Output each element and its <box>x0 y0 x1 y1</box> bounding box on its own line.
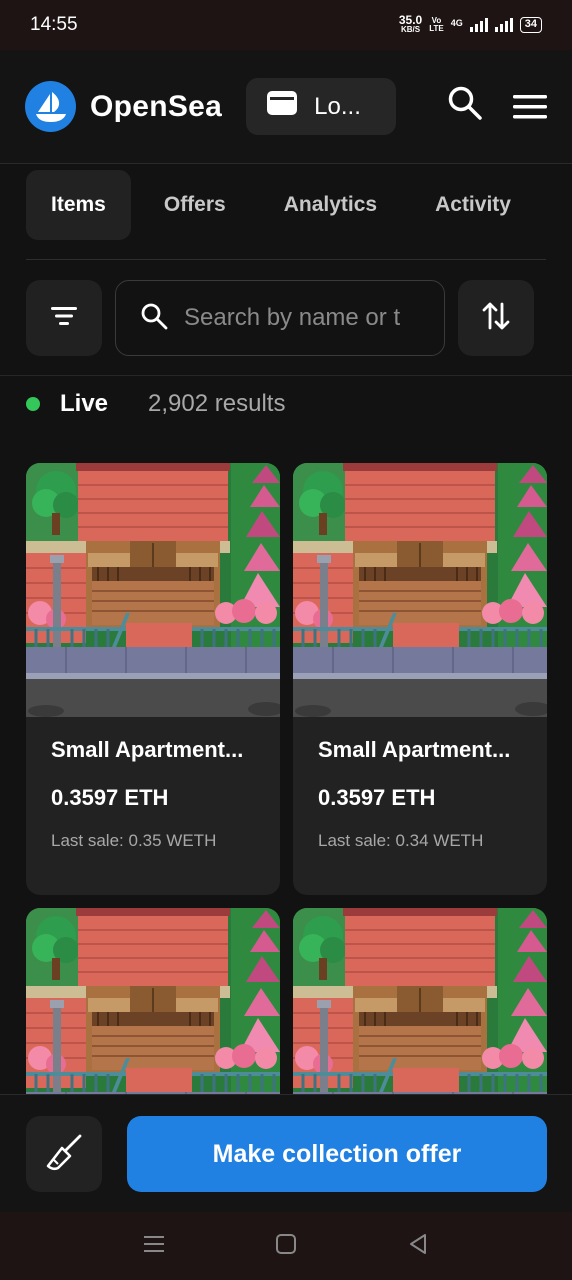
tab-analytics[interactable]: Analytics <box>259 170 402 240</box>
sort-button[interactable] <box>458 280 534 356</box>
volte-bottom: LTE <box>429 24 444 33</box>
item-last-sale: Last sale: 0.34 WETH <box>318 831 484 850</box>
nft-image <box>293 463 547 717</box>
status-icons: 35.0 KB/S Vo LTE 4G 34 <box>398 13 542 34</box>
volte-indicator: Vo LTE <box>429 17 444 33</box>
results-summary: Live 2,902 results <box>26 385 285 423</box>
results-count: 2,902 results <box>148 390 286 417</box>
recents-icon[interactable] <box>143 1233 165 1260</box>
broom-icon <box>44 1132 84 1177</box>
back-icon[interactable] <box>407 1233 429 1260</box>
card-meta: Small Apartment... 0.3597 ETH Last sale:… <box>293 717 547 895</box>
login-button[interactable]: Lo... <box>246 78 397 135</box>
nft-card[interactable]: Small Apartment... 0.3597 ETH Last sale:… <box>26 463 280 895</box>
search-icon <box>140 302 168 335</box>
opensea-logo-icon[interactable] <box>25 81 76 132</box>
net-speed-unit: KB/S <box>400 25 421 34</box>
home-icon[interactable] <box>275 1233 297 1260</box>
item-price: 0.3597 ETH <box>51 785 169 810</box>
battery-icon: 34 <box>519 17 542 33</box>
item-last-sale: Last sale: 0.35 WETH <box>51 831 217 850</box>
login-label: Lo... <box>314 92 361 120</box>
menu-icon[interactable] <box>512 94 548 125</box>
tab-activity[interactable]: Activity <box>410 170 536 240</box>
live-label[interactable]: Live <box>60 390 108 418</box>
filter-bar <box>26 280 546 356</box>
make-collection-offer-button[interactable]: Make collection offer <box>127 1116 547 1192</box>
signal-icon <box>469 18 488 32</box>
net-speed: 35.0 KB/S <box>398 13 423 34</box>
search-icon[interactable] <box>447 85 483 126</box>
tab-bar: Items Offers Analytics Activity <box>26 170 546 260</box>
sort-icon <box>482 300 510 337</box>
item-price: 0.3597 ETH <box>318 785 436 810</box>
sweep-button[interactable] <box>26 1116 102 1192</box>
card-meta: Small Apartment... 0.3597 ETH Last sale:… <box>26 717 280 895</box>
nft-card[interactable]: Small Apartment... 0.3597 ETH Last sale:… <box>293 463 547 895</box>
divider <box>0 375 572 376</box>
tab-items[interactable]: Items <box>26 170 131 240</box>
app-header: OpenSea Lo... <box>0 50 572 164</box>
status-time: 14:55 <box>30 14 78 35</box>
nft-image <box>26 463 280 717</box>
status-bar: 14:55 35.0 KB/S Vo LTE 4G 34 <box>0 0 572 50</box>
signal-icon <box>494 18 513 32</box>
battery-level: 34 <box>524 18 537 30</box>
system-nav-bar <box>0 1212 572 1280</box>
bottom-action-bar: Make collection offer <box>0 1094 572 1212</box>
net-speed-value: 35.0 <box>398 13 423 27</box>
tab-offers[interactable]: Offers <box>139 170 251 240</box>
item-name: Small Apartment... <box>318 737 511 762</box>
live-status-dot <box>26 397 40 411</box>
network-type: 4G <box>450 18 463 28</box>
search-field[interactable] <box>115 280 445 356</box>
item-name: Small Apartment... <box>51 737 244 762</box>
wallet-icon <box>266 90 298 123</box>
brand-name[interactable]: OpenSea <box>90 90 222 124</box>
filter-button[interactable] <box>26 280 102 356</box>
search-input[interactable] <box>184 304 424 332</box>
filter-icon <box>50 305 78 332</box>
